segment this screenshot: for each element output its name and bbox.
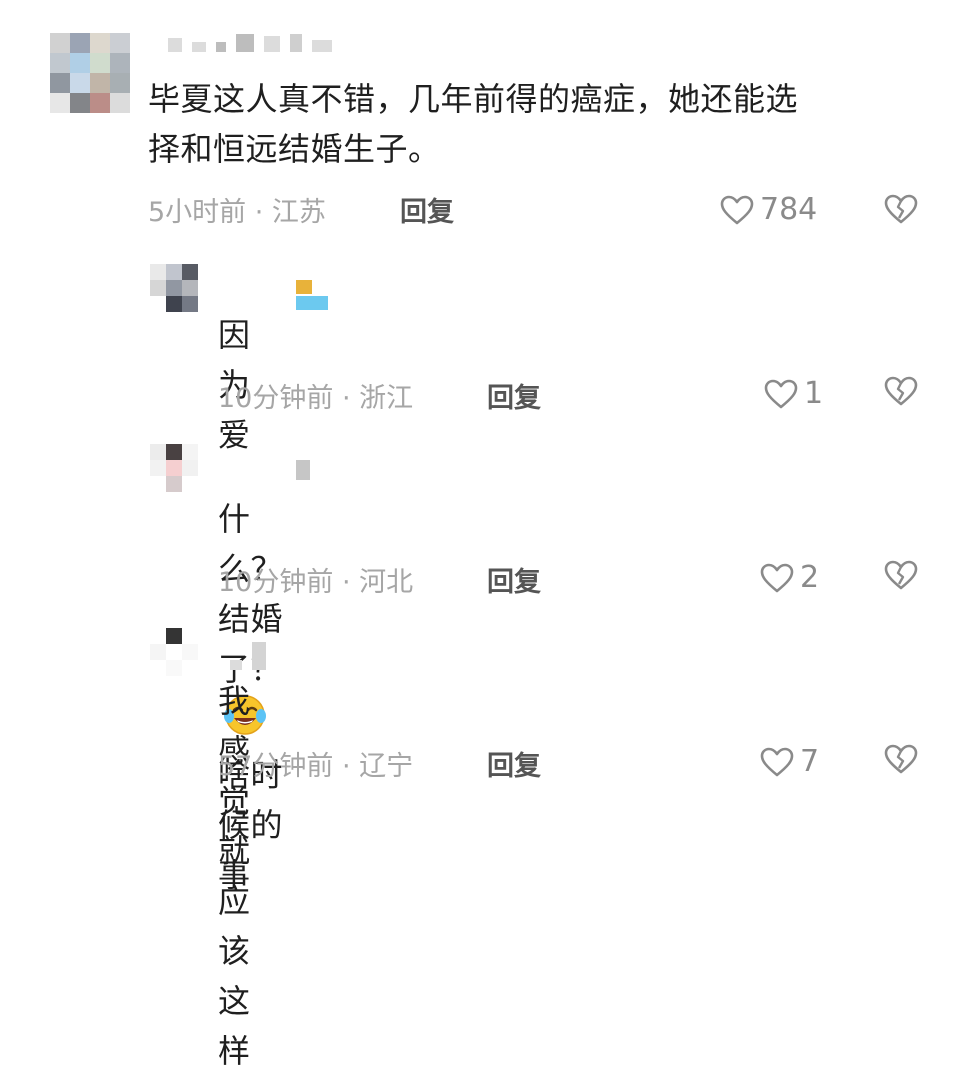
like-button[interactable]: 784 xyxy=(720,192,817,227)
reply-button[interactable]: 回复 xyxy=(487,376,541,415)
reply-button[interactable]: 回复 xyxy=(400,190,454,229)
like-count: 7 xyxy=(800,744,820,779)
avatar[interactable] xyxy=(150,264,198,312)
comment-text: 我感觉就应该这样 xyxy=(218,682,251,1070)
heart-outline-icon xyxy=(760,747,794,776)
broken-heart-icon xyxy=(884,194,918,224)
like-button[interactable]: 1 xyxy=(764,376,823,411)
dislike-button[interactable] xyxy=(884,194,918,228)
dislike-button[interactable] xyxy=(884,376,918,410)
username-obscured[interactable] xyxy=(296,460,310,480)
comment-text-line: 择和恒远结婚生子。 xyxy=(148,130,441,168)
dislike-button[interactable] xyxy=(884,744,918,778)
comment-meta: 10分钟前 · 河北 xyxy=(218,567,414,598)
avatar[interactable] xyxy=(150,444,198,492)
comment-meta: 5小时前 · 江苏 xyxy=(148,197,326,228)
username-obscured[interactable] xyxy=(296,280,312,294)
like-count: 1 xyxy=(804,376,824,411)
username-obscured[interactable] xyxy=(230,642,266,670)
dislike-button[interactable] xyxy=(884,560,918,594)
reply-button[interactable]: 回复 xyxy=(487,560,541,599)
heart-outline-icon xyxy=(720,195,754,224)
like-button[interactable]: 2 xyxy=(760,560,819,595)
broken-heart-icon xyxy=(884,744,918,774)
comment-text: 毕夏这人真不错，几年前得的癌症，她还能选 择和恒远结婚生子。 xyxy=(148,74,928,174)
like-count: 2 xyxy=(800,560,820,595)
like-button[interactable]: 7 xyxy=(760,744,819,779)
username-obscured[interactable] xyxy=(168,34,332,52)
comment-text-line: 毕夏这人真不错，几年前得的癌症，她还能选 xyxy=(148,80,799,118)
comment-meta: 57分钟前 · 辽宁 xyxy=(218,751,414,782)
avatar[interactable] xyxy=(150,628,198,676)
comment-meta: 10分钟前 · 浙江 xyxy=(218,383,414,414)
reply-button[interactable]: 回复 xyxy=(487,744,541,783)
like-count: 784 xyxy=(760,192,818,227)
broken-heart-icon xyxy=(884,560,918,590)
heart-outline-icon xyxy=(764,379,798,408)
avatar[interactable] xyxy=(50,33,130,113)
broken-heart-icon xyxy=(884,376,918,406)
heart-outline-icon xyxy=(760,563,794,592)
username-badge-icon xyxy=(296,296,328,310)
